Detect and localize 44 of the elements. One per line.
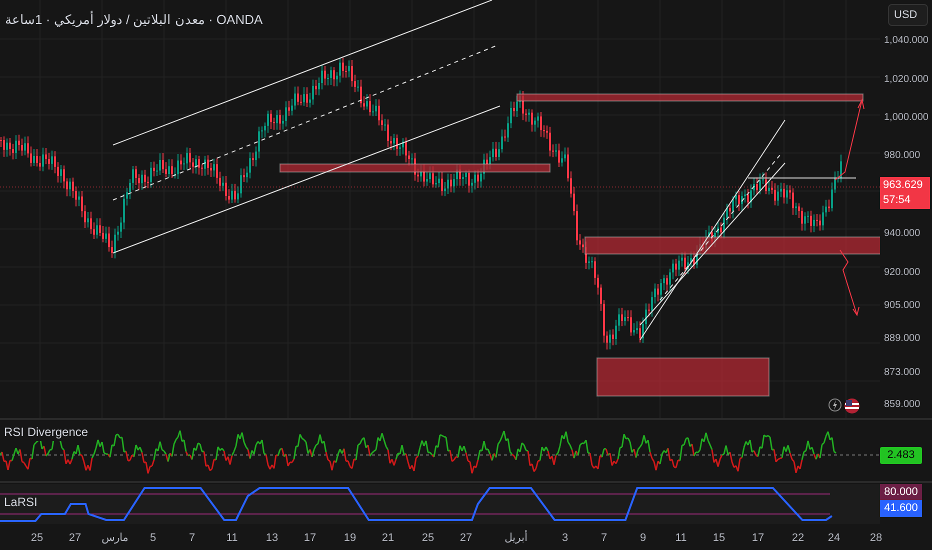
time-label: مارس <box>102 531 128 546</box>
time-label: 9 <box>640 531 646 546</box>
price-label: 889.000 <box>884 332 920 346</box>
time-label: 28 <box>870 531 882 546</box>
price-label: 920.000 <box>884 266 920 280</box>
time-label: 25 <box>30 531 44 546</box>
upper-band-tag: 80.000 <box>880 484 922 500</box>
time-label: 19 <box>344 531 356 546</box>
time-label: 25 <box>422 531 434 546</box>
time-label: 24 <box>828 531 840 546</box>
time-label: 3 <box>562 531 568 546</box>
flag-icon[interactable] <box>844 398 860 414</box>
price-label: 1,020.000 <box>884 73 928 87</box>
time-label: 27 <box>68 531 82 546</box>
time-label: 17 <box>304 531 316 546</box>
time-label: 11 <box>675 531 687 546</box>
pane-title: RSI Divergence <box>4 425 88 439</box>
pane-title: LaRSI <box>4 495 38 509</box>
time-label: 21 <box>382 531 394 546</box>
price-label: 873.000 <box>884 366 920 380</box>
time-label: 22 <box>792 531 804 546</box>
value-tag: 41.600 <box>880 500 922 516</box>
time-label: 7 <box>600 531 608 546</box>
lightning-icon[interactable] <box>828 398 842 412</box>
currency-button[interactable]: USD <box>888 4 928 26</box>
time-label: 15 <box>712 531 726 546</box>
time-label: 5 <box>150 531 156 546</box>
chart-title: OANDA · معدن البلاتين / دولار أمريكي · 1ساعة <box>5 12 263 27</box>
price-label: 1,040.000 <box>884 34 928 48</box>
last-price: 963.629 <box>883 178 923 193</box>
time-label: 17 <box>752 531 764 546</box>
time-label: أبريل <box>504 530 528 546</box>
time-label: 13 <box>266 531 278 546</box>
price-label: 980.000 <box>884 149 920 163</box>
value-tag: 2.483 <box>880 447 922 464</box>
price-label: 859.000 <box>884 398 920 412</box>
projection-arrow <box>840 250 860 316</box>
time-label: 7 <box>188 531 196 546</box>
price-label: 940.000 <box>884 227 920 241</box>
time-label: 27 <box>460 531 472 546</box>
time-label: 11 <box>226 531 238 546</box>
countdown-timer: 57:54 <box>883 193 911 208</box>
price-label: 905.000 <box>884 299 920 313</box>
price-label: 1,000.000 <box>884 111 928 125</box>
